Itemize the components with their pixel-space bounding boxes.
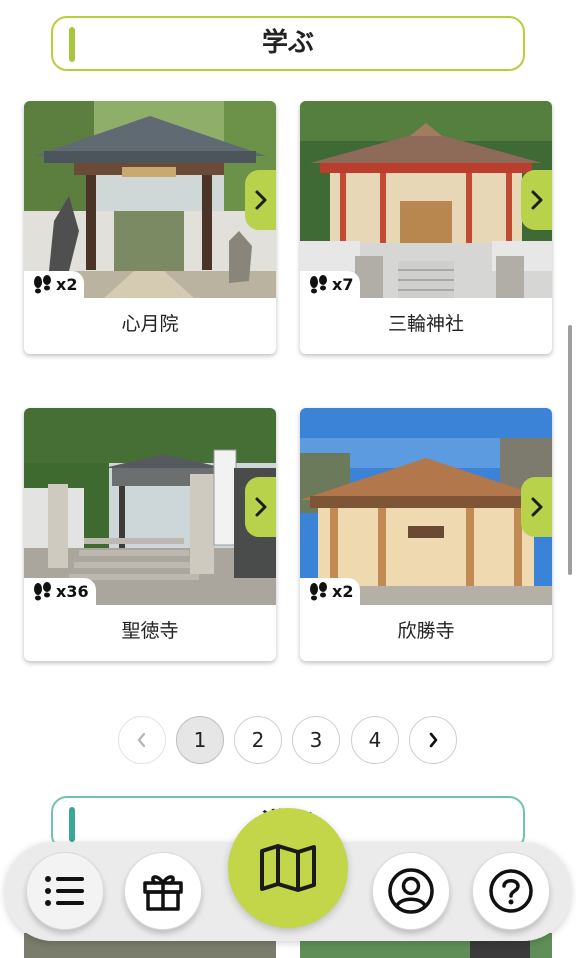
spot-photo bbox=[300, 101, 552, 298]
checkin-count: x2 bbox=[332, 582, 354, 601]
checkin-count: x7 bbox=[332, 275, 354, 294]
section-header-learn: 学ぶ bbox=[51, 16, 525, 71]
chevron-right-icon bbox=[255, 190, 266, 210]
chevron-right-icon bbox=[429, 732, 438, 748]
spot-photo bbox=[300, 408, 552, 605]
checkin-count-badge: x2 bbox=[300, 578, 361, 605]
spot-name: 欣勝寺 bbox=[397, 620, 455, 642]
spot-photo bbox=[24, 408, 276, 605]
spot-card[interactable]: x2 心月院 bbox=[24, 101, 276, 354]
checkin-count-badge: x2 bbox=[24, 271, 85, 298]
nav-map-button[interactable] bbox=[228, 808, 348, 928]
checkin-count: x36 bbox=[56, 582, 89, 601]
footprints-icon bbox=[310, 274, 327, 293]
spot-name: 聖徳寺 bbox=[121, 620, 179, 642]
spot-card[interactable]: x36 聖徳寺 bbox=[24, 408, 276, 661]
nav-help-button[interactable] bbox=[472, 852, 550, 930]
checkin-count-badge: x36 bbox=[24, 578, 96, 605]
spot-name: 心月院 bbox=[121, 313, 179, 335]
help-icon bbox=[489, 869, 533, 913]
map-icon bbox=[260, 844, 316, 892]
chevron-right-icon bbox=[255, 497, 266, 517]
page-button-3[interactable]: 3 bbox=[292, 716, 340, 764]
prev-page-button[interactable] bbox=[118, 716, 166, 764]
nav-profile-button[interactable] bbox=[372, 852, 450, 930]
chevron-right-icon bbox=[531, 190, 542, 210]
chevron-right-icon bbox=[531, 497, 542, 517]
spot-card[interactable]: x7 三輪神社 bbox=[300, 101, 552, 354]
card-next-button[interactable] bbox=[245, 170, 276, 230]
nav-list-button[interactable] bbox=[26, 852, 104, 930]
section-title: 学ぶ bbox=[261, 28, 314, 58]
section-accent-bar bbox=[69, 807, 75, 842]
card-next-button[interactable] bbox=[521, 170, 552, 230]
checkin-count: x2 bbox=[56, 275, 78, 294]
card-next-button[interactable] bbox=[521, 477, 552, 537]
spot-card[interactable]: x2 欣勝寺 bbox=[300, 408, 552, 661]
checkin-count-badge: x7 bbox=[300, 271, 361, 298]
spot-photo bbox=[24, 101, 276, 298]
list-icon bbox=[45, 876, 84, 906]
card-next-button[interactable] bbox=[245, 477, 276, 537]
nav-gift-button[interactable] bbox=[124, 852, 202, 930]
footprints-icon bbox=[310, 581, 327, 600]
user-icon bbox=[388, 868, 434, 914]
footprints-icon bbox=[34, 274, 51, 293]
footprints-icon bbox=[34, 581, 51, 600]
screen: 学ぶ x2 心月院 x7 三輪神社 x36 聖徳寺 x2 欣勝寺 1 2 3 4 bbox=[0, 0, 576, 958]
chevron-left-icon bbox=[137, 732, 146, 748]
gift-icon bbox=[143, 875, 183, 911]
spot-name: 三輪神社 bbox=[387, 313, 464, 335]
page-button-4[interactable]: 4 bbox=[351, 716, 399, 764]
next-page-button[interactable] bbox=[409, 716, 457, 764]
section-accent-bar bbox=[69, 27, 75, 62]
page-button-1[interactable]: 1 bbox=[176, 716, 224, 764]
scrollbar[interactable] bbox=[568, 325, 572, 575]
pagination: 1 2 3 4 bbox=[0, 716, 576, 764]
page-button-2[interactable]: 2 bbox=[234, 716, 282, 764]
